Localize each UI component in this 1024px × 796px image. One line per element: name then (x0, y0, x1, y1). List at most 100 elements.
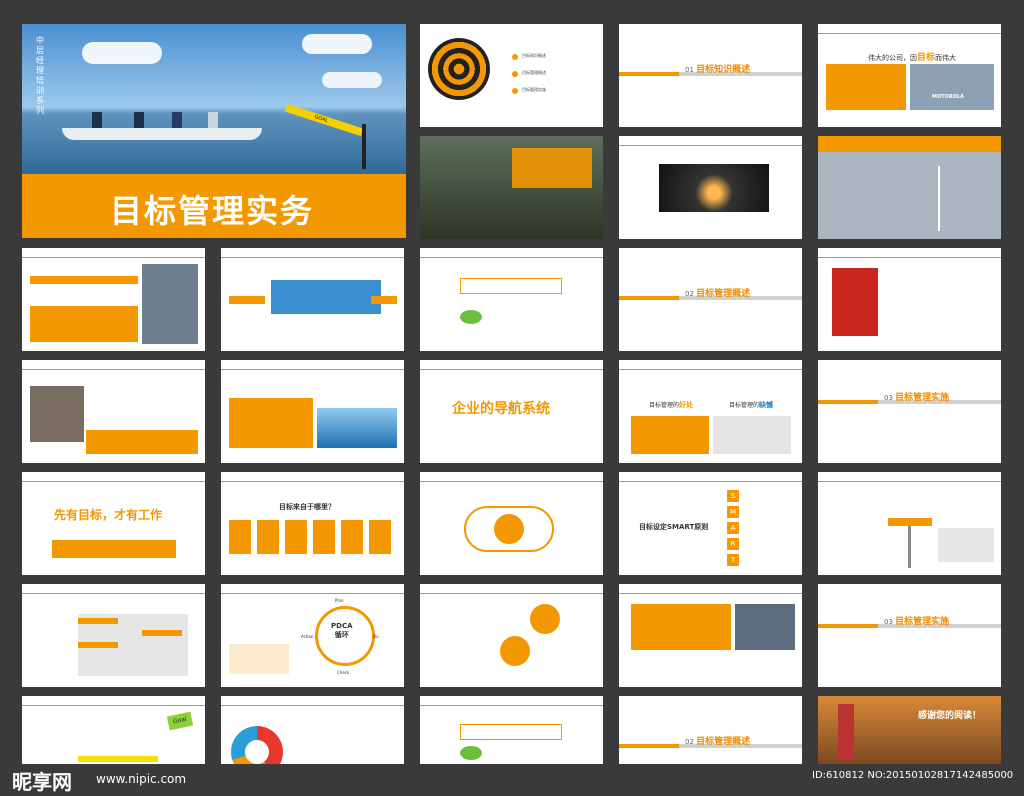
text-card (30, 306, 138, 342)
building-photo: MOTOROLA (910, 64, 994, 110)
section-slide-3b[interactable]: 03 目标管理实施 (818, 584, 1001, 687)
section-number: 03 目标管理实施 (884, 617, 950, 627)
thanks-slide[interactable]: 感谢您的阅读！ (818, 696, 1001, 764)
signpost-slide[interactable] (818, 472, 1001, 575)
golf-icon (460, 746, 482, 760)
office-slide[interactable] (22, 248, 205, 351)
swimmer-slide[interactable] (221, 248, 404, 351)
section-slide-1[interactable]: 01 目标知识概述 (619, 24, 802, 127)
sea-slide[interactable] (221, 360, 404, 463)
quadrant-slide[interactable] (420, 584, 603, 687)
header-line (221, 705, 404, 706)
section-band-accent (619, 72, 679, 76)
tree-slide[interactable] (818, 136, 1001, 239)
signpost-sign (888, 518, 932, 526)
smart-letter: S (727, 490, 739, 502)
header-line (221, 369, 404, 370)
smart-slide[interactable]: 目标设定SMART原则 S M A R T (619, 472, 802, 575)
navigation-slide[interactable]: 企业的导航系统 (420, 360, 603, 463)
swimmer-photo (271, 280, 381, 314)
runner-legs (838, 704, 854, 760)
rower (92, 112, 102, 128)
wheel-photo (659, 164, 769, 212)
donut-slide[interactable] (221, 696, 404, 764)
source-card (229, 520, 251, 554)
target-icon (428, 38, 490, 100)
pdca-check: Check (337, 670, 350, 675)
text-card (229, 398, 313, 448)
businessman-photo (735, 604, 795, 650)
header-line (22, 481, 205, 482)
bicycle-slide[interactable] (619, 136, 802, 239)
motorola-logo: MOTOROLA (932, 94, 965, 100)
goodbad-slide[interactable]: 目标管理的好处 目标管理的缺憾 (619, 360, 802, 463)
bad-label: 目标管理的缺憾 (729, 401, 774, 409)
goal-post (362, 124, 366, 169)
highlight-bar (30, 276, 138, 284)
first-goal-slide[interactable]: 先有目标，才有工作 (22, 472, 205, 575)
agenda-bullet-icon (512, 88, 518, 94)
pdca-action: Action (301, 634, 314, 639)
rower (208, 112, 218, 128)
section-slide-2[interactable]: 02 目标管理概述 (619, 248, 802, 351)
text-card (631, 604, 731, 650)
good-card (631, 416, 709, 454)
source-card (313, 520, 335, 554)
highlight-band (78, 756, 158, 762)
header-line (22, 257, 205, 258)
book-slide[interactable] (818, 248, 1001, 351)
section-slide-3[interactable]: 03 目标管理实施 (818, 360, 1001, 463)
text-card (826, 64, 906, 110)
watermark-url: www.nipic.com (96, 772, 187, 786)
cycle-slide[interactable] (420, 472, 603, 575)
section-number: 02 目标管理概述 (685, 737, 751, 747)
section-title: 目标管理概述 (696, 289, 751, 299)
motorola-headline: 伟大的公司，因目标而伟大 (868, 53, 957, 63)
slide-grid: GOAL 中层经理培训系列 目标管理实务 目标知识概述 目标管理概述 目标管理实… (22, 24, 1004, 764)
motorola-slide[interactable]: 伟大的公司，因目标而伟大 MOTOROLA (818, 24, 1001, 127)
book-cover (832, 268, 878, 336)
golf-slide-2[interactable] (420, 696, 603, 764)
where-slide[interactable]: 目标来自于哪里？ (221, 472, 404, 575)
cover-title: 目标管理实务 (110, 192, 315, 230)
cloud (82, 42, 162, 64)
section-slide-2b[interactable]: 02 目标管理概述 (619, 696, 802, 764)
battle-slide[interactable] (420, 136, 603, 239)
portrait-slide[interactable] (22, 360, 205, 463)
quadrant-circle (530, 604, 560, 634)
text-card (938, 528, 994, 562)
golf-slide[interactable] (420, 248, 603, 351)
step-label (78, 642, 118, 648)
agenda-slide[interactable]: 目标知识概述 目标管理概述 目标管理实施 (420, 24, 603, 127)
rower (134, 112, 144, 128)
bad-card (713, 416, 791, 454)
arrow-box (229, 296, 265, 304)
section-title: 目标管理概述 (696, 737, 751, 747)
header-line (420, 481, 603, 482)
cloud (322, 72, 382, 88)
section-band-accent (818, 624, 878, 628)
header-line (619, 369, 802, 370)
header-line (420, 705, 603, 706)
agenda-bullet-icon (512, 71, 518, 77)
pdca-slide[interactable]: PDCA 循环 Plan Do Check Action (221, 584, 404, 687)
goal-note-sticker: Goal (166, 711, 194, 731)
chart-hand-slide[interactable] (619, 584, 802, 687)
cover-slide[interactable]: GOAL 中层经理培训系列 目标管理实务 (22, 24, 406, 238)
header-line (221, 481, 404, 482)
goal-note-slide[interactable]: Goal (22, 696, 205, 764)
businessman-photo (142, 264, 198, 344)
smart-letter: A (727, 522, 739, 534)
title-band (818, 136, 1001, 152)
first-goal-title: 先有目标，才有工作 (54, 508, 163, 522)
step-label (78, 618, 118, 624)
header-line (22, 593, 205, 594)
section-band-accent (818, 400, 878, 404)
rowing-boat (62, 128, 262, 140)
header-line (420, 257, 603, 258)
thanks-title: 感谢您的阅读！ (918, 711, 982, 721)
agenda-item: 目标管理实施 (522, 87, 546, 92)
steps-slide[interactable] (22, 584, 205, 687)
smart-letter: R (727, 538, 739, 550)
quote-box (460, 278, 562, 294)
